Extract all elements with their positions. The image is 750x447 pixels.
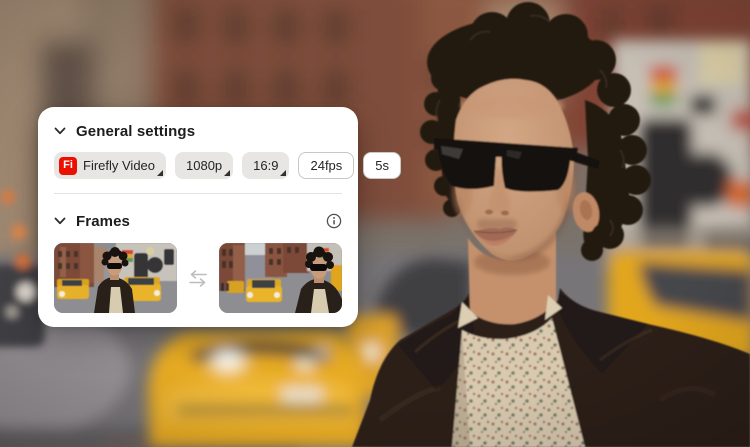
- frame-thumbnail-start[interactable]: [54, 243, 177, 313]
- frames-header[interactable]: Frames: [54, 211, 342, 231]
- duration-label: 5s: [375, 158, 390, 173]
- resolution-select-label: 1080p: [186, 158, 223, 173]
- dropdown-corner-icon: [157, 170, 164, 176]
- chevron-down-icon: [54, 127, 66, 135]
- aspect-ratio-select-label: 16:9: [253, 158, 279, 173]
- frame-thumbnail-end[interactable]: [219, 243, 342, 313]
- video-settings-panel: General settings Fi Firefly Video 1080p …: [38, 107, 402, 327]
- frames-title: Frames: [76, 212, 130, 230]
- frames-info-button[interactable]: [326, 213, 342, 229]
- firefly-logo-icon: Fi: [59, 156, 77, 175]
- swap-frames-control[interactable]: [177, 269, 219, 287]
- general-settings-controls: Fi Firefly Video 1080p 16:9 24fps 5s: [54, 152, 402, 179]
- model-select-label: Firefly Video: [83, 158, 156, 173]
- aspect-ratio-select-button[interactable]: 16:9: [242, 152, 290, 179]
- dropdown-corner-icon: [224, 170, 231, 176]
- resolution-select-button[interactable]: 1080p: [175, 152, 234, 179]
- info-icon: [326, 213, 342, 229]
- general-settings-title: General settings: [76, 122, 196, 140]
- general-settings-header[interactable]: General settings: [54, 121, 342, 141]
- dropdown-corner-icon: [280, 170, 287, 176]
- end-frame-image: [219, 243, 342, 313]
- screenshot-root: General settings Fi Firefly Video 1080p …: [0, 0, 750, 447]
- model-select-button[interactable]: Fi Firefly Video: [54, 152, 167, 179]
- frames-row: [54, 243, 342, 313]
- duration-button[interactable]: 5s: [363, 152, 402, 179]
- section-divider: [54, 193, 342, 194]
- framerate-button[interactable]: 24fps: [298, 152, 355, 179]
- chevron-down-icon: [54, 217, 66, 225]
- swap-arrows-icon: [189, 269, 207, 287]
- framerate-label: 24fps: [310, 158, 343, 173]
- start-frame-image: [54, 243, 177, 313]
